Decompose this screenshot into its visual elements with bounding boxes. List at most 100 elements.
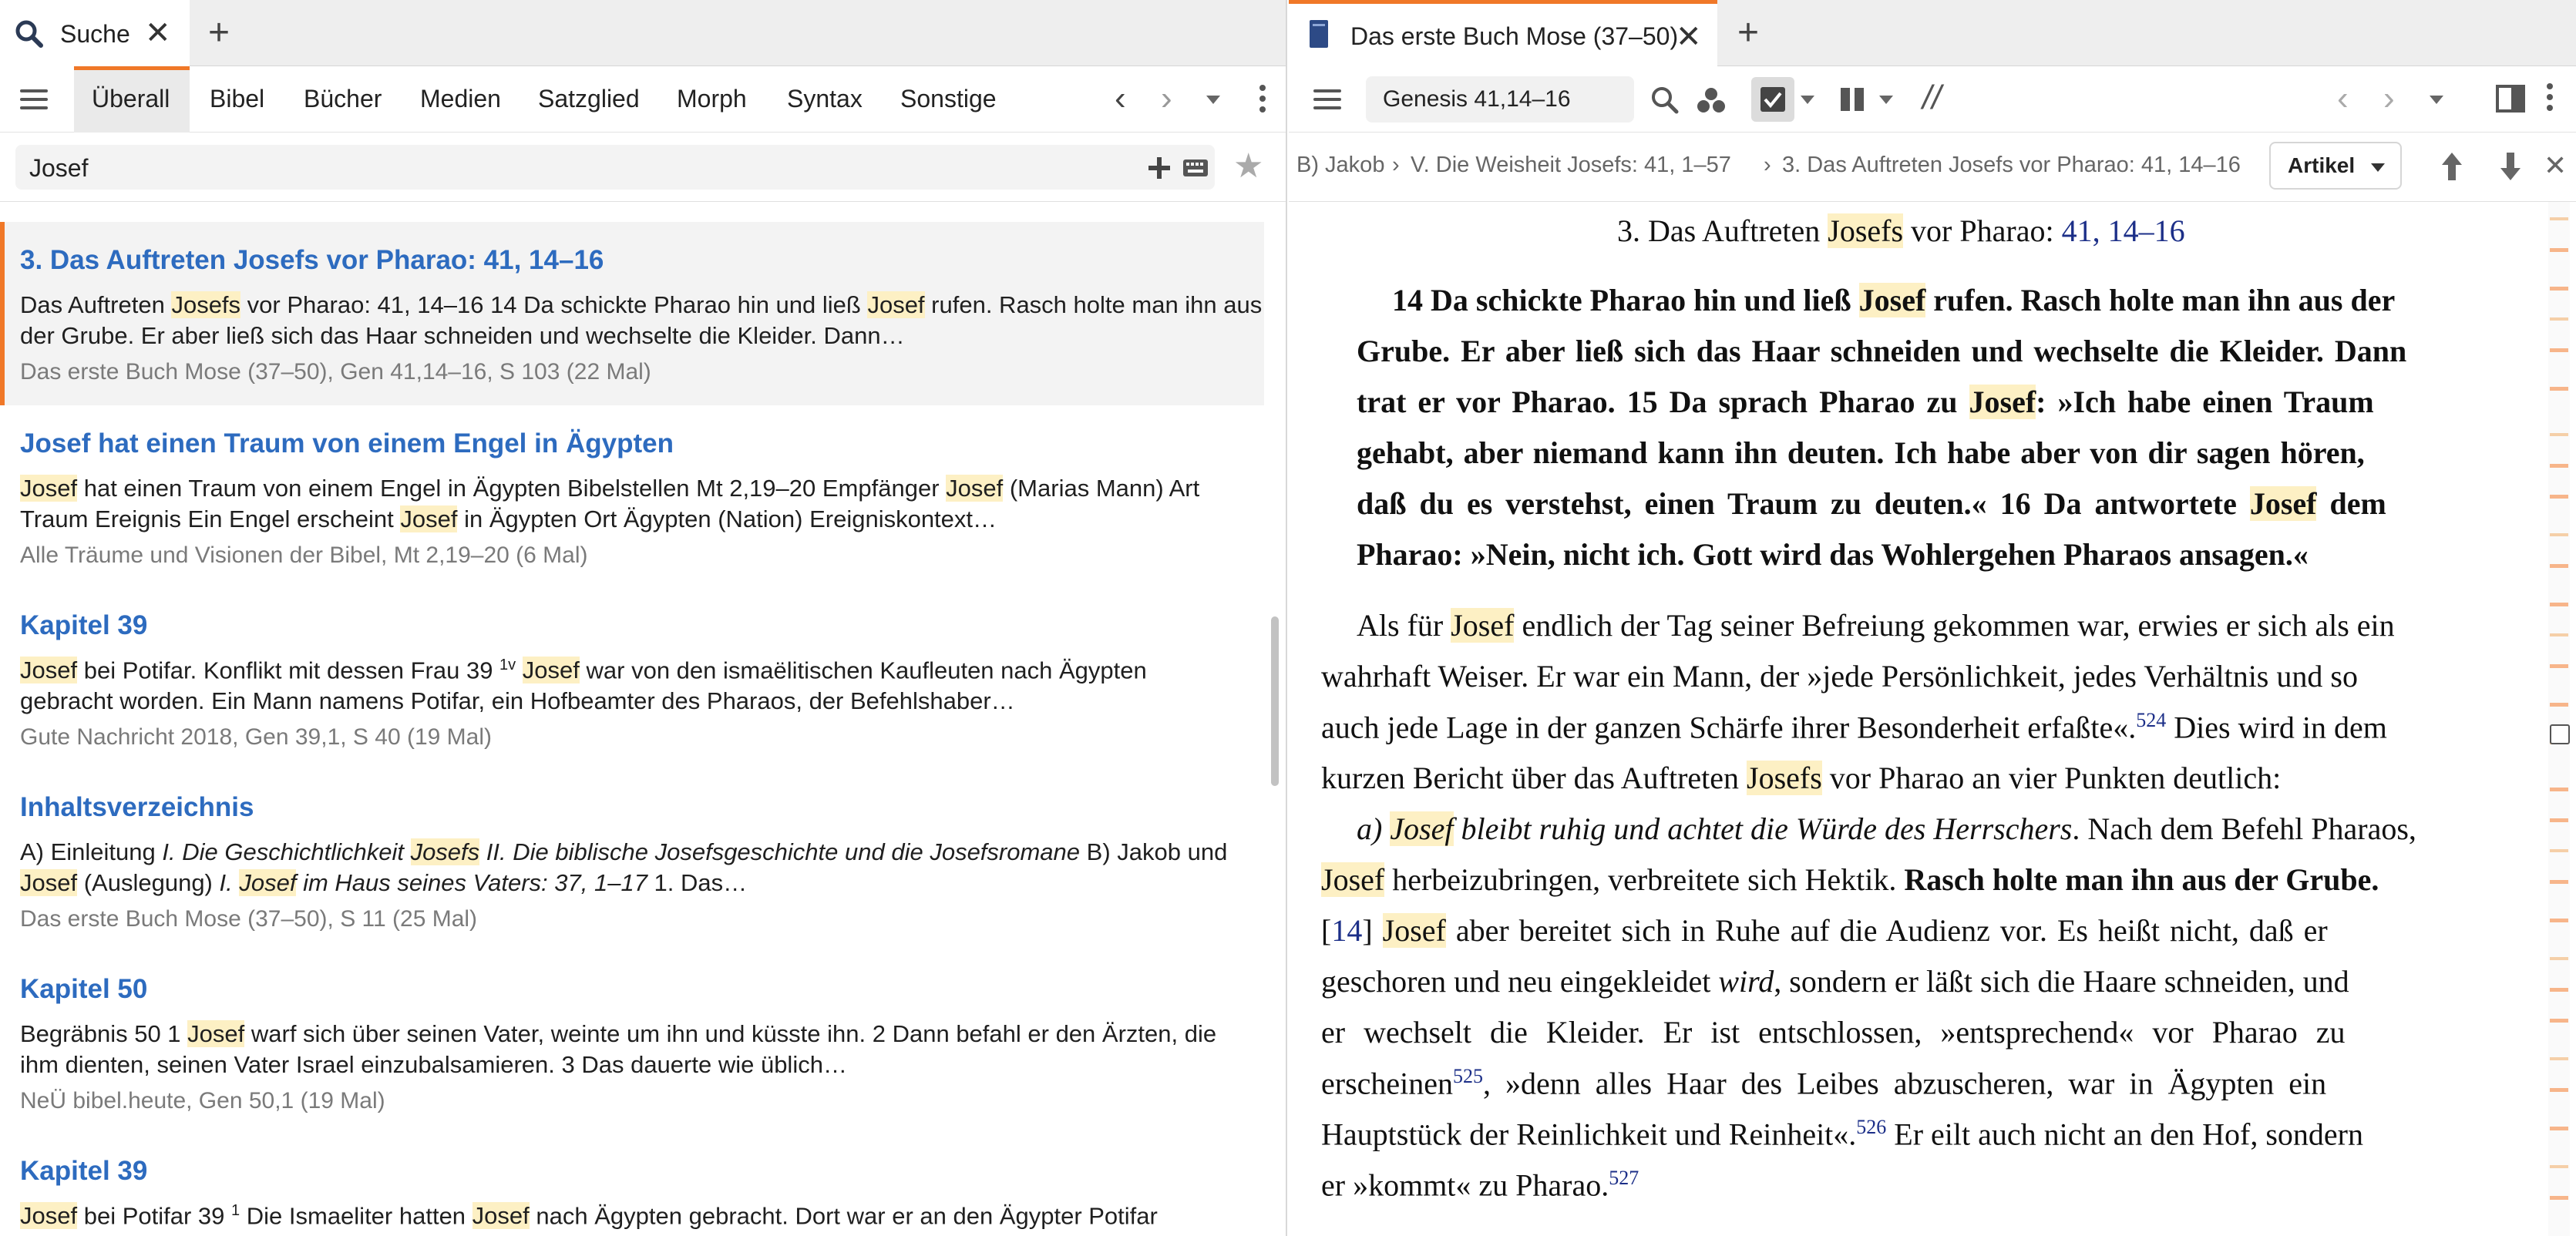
result-title[interactable]: 3. Das Auftreten Josefs vor Pharao: 41, … [20, 245, 604, 276]
visual-filter-button[interactable] [1751, 77, 1794, 122]
tab-book[interactable]: Das erste Buch Mose (37–50) ✕ [1289, 0, 1717, 66]
close-tab-icon[interactable]: ✕ [1676, 19, 1702, 55]
hit-marker [2550, 533, 2568, 536]
close-icon[interactable]: ✕ [2544, 149, 2567, 182]
result-title[interactable]: Josef hat einen Traum von einem Engel in… [20, 428, 674, 459]
result-title[interactable]: Kapitel 39 [20, 1156, 147, 1187]
footnote-ref[interactable]: 525 [1453, 1065, 1483, 1087]
commentary-line: er »kommt« zu Pharao.527 [1321, 1167, 1639, 1203]
new-tab-icon[interactable]: + [1737, 12, 1759, 54]
hit-marker [2550, 464, 2568, 468]
filter-dropdown-icon[interactable] [1801, 96, 1814, 104]
result-snippet: gebracht worden. Ein Mann namens Potifar… [20, 687, 1015, 714]
footnote-ref[interactable]: 526 [1856, 1116, 1886, 1138]
book-icon [1310, 20, 1328, 48]
result-source: Das erste Buch Mose (37–50), Gen 41,14–1… [20, 359, 651, 385]
tab-satzglied[interactable]: Satzglied [538, 66, 640, 133]
menu-icon[interactable] [1313, 89, 1341, 109]
hit-marker [2550, 287, 2568, 291]
history-dropdown-icon[interactable] [2430, 96, 2443, 104]
tab-syntax[interactable]: Syntax [787, 66, 863, 133]
arrow-down-icon[interactable] [2499, 151, 2522, 182]
columns-dropdown-icon[interactable] [1879, 96, 1893, 104]
footnote-ref[interactable]: 524 [2136, 709, 2166, 731]
hit-marker [2550, 818, 2568, 822]
search-icon[interactable] [1650, 85, 1680, 116]
search-input[interactable]: Josef [15, 145, 1215, 190]
close-tab-icon[interactable]: ✕ [145, 15, 171, 51]
hit-marker [2550, 633, 2568, 636]
result-title[interactable]: Kapitel 50 [20, 974, 147, 1005]
result-item[interactable]: Kapitel 50 Begräbnis 50 1 Josef warf sic… [0, 951, 1264, 1133]
tab-bibel[interactable]: Bibel [210, 66, 264, 133]
arrow-up-icon[interactable] [2440, 151, 2463, 182]
result-item[interactable]: Inhaltsverzeichnis A) Einleitung I. Die … [0, 769, 1264, 951]
artikel-label: Artikel [2288, 153, 2356, 177]
hit-marker [2550, 603, 2568, 606]
bible-text-line: daß du es verstehst, einen Traum zu deut… [1357, 486, 2386, 521]
footnote-ref[interactable]: 527 [1609, 1167, 1639, 1189]
result-item[interactable]: Kapitel 39 Josef bei Potifar. Konflikt m… [0, 587, 1264, 769]
result-item[interactable]: 3. Das Auftreten Josefs vor Pharao: 41, … [0, 222, 1264, 405]
hit-marker [2550, 919, 2568, 922]
favorite-star-icon[interactable]: ★ [1233, 146, 1263, 186]
commentary-line: erscheinen525, »denn alles Haar des Leib… [1321, 1065, 2327, 1101]
hit-marker [2550, 1088, 2568, 1092]
layout-icon[interactable] [2496, 85, 2525, 113]
result-title[interactable]: Inhaltsverzeichnis [20, 792, 254, 823]
commentary-line: a) Josef bleibt ruhig und achtet die Wür… [1357, 811, 2416, 846]
hit-marker [2550, 1019, 2568, 1023]
breadcrumb-item[interactable]: B) Jakob [1296, 153, 1387, 178]
forward-icon[interactable]: › [2383, 82, 2395, 116]
commentary-line: geschoren und neu eingekleidet wird, son… [1321, 964, 2349, 999]
tab-ueberall[interactable]: Überall [92, 66, 170, 133]
parallel-icon[interactable]: // [1922, 79, 1941, 117]
tab-search[interactable]: Suche ✕ [0, 0, 190, 66]
search-row: Josef ★ [0, 133, 1286, 202]
columns-icon[interactable] [1839, 86, 1867, 113]
tab-morph[interactable]: Morph [677, 66, 747, 133]
menu-icon[interactable] [20, 89, 48, 109]
tab-buecher[interactable]: Bücher [304, 66, 382, 133]
hit-map-scrollbar[interactable] [2548, 202, 2570, 1236]
people-icon[interactable] [1696, 85, 1727, 116]
reference-input[interactable]: Genesis 41,14–16 [1366, 76, 1634, 123]
results-scrollbar[interactable] [1271, 616, 1279, 786]
search-panel: Suche ✕ + Überall Bibel Bücher Medien Sa… [0, 0, 1287, 1236]
add-icon[interactable] [1147, 156, 1172, 180]
book-content: 3. Das Auftreten Josefs vor Pharao: 41, … [1289, 202, 2544, 1236]
breadcrumb-item[interactable]: 3. Das Auftreten Josefs vor Pharao: 41, … [1782, 153, 2241, 178]
tabs-dropdown-icon[interactable] [1206, 96, 1220, 104]
tab-medien[interactable]: Medien [420, 66, 501, 133]
result-source: Alle Träume und Visionen der Bibel, Mt 2… [20, 542, 588, 568]
left-tab-strip: Suche ✕ + [0, 0, 1286, 66]
new-tab-icon[interactable]: + [208, 12, 230, 54]
bible-text-line: gehabt, aber niemand kann ihn deuten. Ic… [1357, 435, 2365, 470]
breadcrumb-item[interactable]: V. Die Weisheit Josefs: 41, 1–57 [1411, 153, 1731, 178]
scroll-thumb[interactable] [2550, 724, 2570, 744]
result-snippet: Begräbnis 50 1 Josef warf sich über sein… [20, 1020, 1217, 1047]
artikel-dropdown[interactable]: Artikel [2269, 142, 2402, 190]
verse-link[interactable]: 14 [1331, 913, 1362, 948]
hit-marker [2550, 1165, 2568, 1168]
breadcrumb-separator: › [1764, 153, 1771, 177]
bible-text-line: 14 Da schickte Pharao hin und ließ Josef… [1392, 283, 2396, 317]
result-item[interactable]: Kapitel 39 Josef bei Potifar 39 1 Die Is… [0, 1133, 1264, 1236]
book-panel: Das erste Buch Mose (37–50) ✕ + Genesis … [1289, 0, 2576, 1236]
result-item[interactable]: Josef hat einen Traum von einem Engel in… [0, 405, 1264, 587]
hit-marker [2550, 664, 2568, 668]
more-options-icon[interactable] [1259, 85, 1267, 117]
keyboard-icon[interactable] [1182, 159, 1209, 177]
scroll-tabs-right-icon[interactable]: › [1161, 82, 1172, 116]
commentary-line: Hauptstück der Reinlichkeit und Reinheit… [1321, 1116, 2363, 1152]
back-icon[interactable]: ‹ [2337, 82, 2349, 116]
more-options-icon[interactable] [2547, 83, 2554, 116]
result-title[interactable]: Kapitel 39 [20, 610, 147, 641]
hit-marker [2550, 1196, 2568, 1200]
bible-text-line: Grube. Er aber ließ sich das Haar schnei… [1357, 334, 2407, 368]
hit-marker [2550, 433, 2568, 436]
scroll-tabs-left-icon[interactable]: ‹ [1115, 82, 1126, 116]
result-snippet: A) Einleitung I. Die Geschichtlichkeit J… [20, 838, 1228, 865]
tab-sonstige[interactable]: Sonstige [900, 66, 997, 133]
hit-marker [2550, 957, 2568, 960]
